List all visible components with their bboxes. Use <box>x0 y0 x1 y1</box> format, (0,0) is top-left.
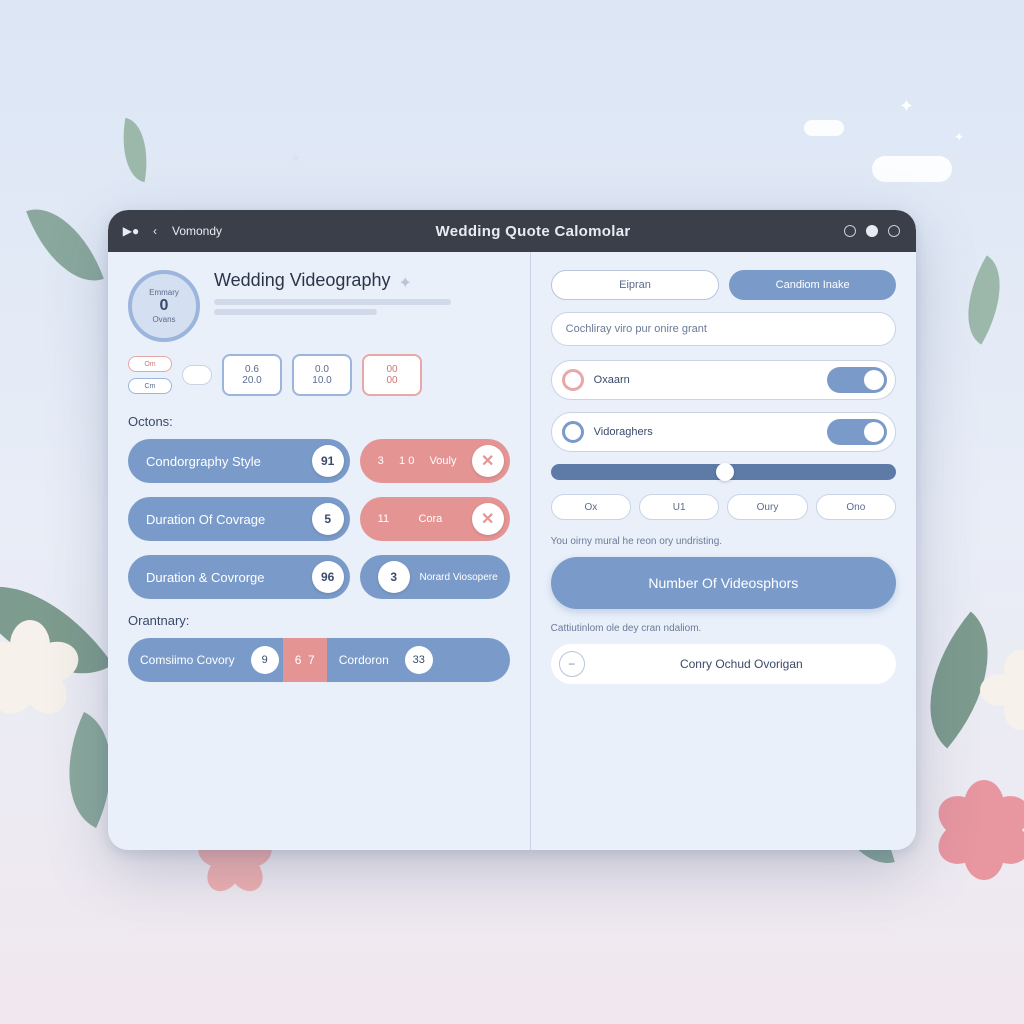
filter-chip[interactable]: Eipran <box>551 270 720 300</box>
option-duration[interactable]: Duration Of Covrage 5 <box>128 497 350 541</box>
toggle-label: Oxaarn <box>594 374 817 386</box>
quick-chip[interactable]: Ox <box>551 494 631 520</box>
radio-icon[interactable] <box>562 369 584 391</box>
toggle-switch[interactable] <box>827 419 887 445</box>
window-control-max[interactable] <box>866 225 878 237</box>
back-icon[interactable]: ‹ <box>148 224 162 238</box>
quick-chip[interactable]: U1 <box>639 494 719 520</box>
section-label-options: Octons: <box>128 414 510 429</box>
slider[interactable] <box>551 464 896 480</box>
section-label-secondary: Orantnary: <box>128 613 510 628</box>
badge-top-label: Emmary <box>149 288 179 297</box>
slider-thumb[interactable] <box>716 463 734 481</box>
date-box[interactable]: 0.010.0 <box>292 354 352 396</box>
date-box[interactable]: 0.620.0 <box>222 354 282 396</box>
toggle-row: Oxaarn <box>551 360 896 400</box>
option-label: Duration Of Covrage <box>146 512 265 527</box>
window-control-min[interactable] <box>844 225 856 237</box>
search-placeholder: Cochliray viro pur onire grant <box>566 323 707 335</box>
subtitle-placeholder <box>214 299 451 305</box>
page-title: Wedding Videography <box>214 270 390 291</box>
option-label: Condorgraphy Style <box>146 454 261 469</box>
option-side[interactable]: 3 Norard Viosopere <box>360 555 510 599</box>
date-spacer <box>182 365 212 385</box>
option-value: 96 <box>312 561 344 593</box>
radio-icon[interactable] <box>562 421 584 443</box>
left-pane: Emmary 0 Ovans Wedding Videography ✦ Om … <box>108 252 530 850</box>
filter-chip-active[interactable]: Candiom Inake <box>729 270 896 300</box>
remove-icon[interactable]: ✕ <box>472 503 504 535</box>
help-text: Cattiutinlom ole dey cran ndaliom. <box>551 623 896 634</box>
summary-pill[interactable]: Comsiimo Covory 9 6 7 Cordoron 33 <box>128 638 510 682</box>
primary-button[interactable]: Number Of Videosphors <box>551 557 896 609</box>
remove-icon[interactable]: ✕ <box>472 445 504 477</box>
summary-badge: Emmary 0 Ovans <box>128 270 200 342</box>
quick-chip[interactable]: Ono <box>816 494 896 520</box>
button-label: Number Of Videosphors <box>648 575 798 591</box>
option-side[interactable]: 11 Cora ✕ <box>360 497 510 541</box>
option-coverage[interactable]: Duration & Covrorge 96 <box>128 555 350 599</box>
quick-chip[interactable]: Oury <box>727 494 807 520</box>
window-title: Wedding Quote Calomolar <box>222 223 844 240</box>
date-box-highlighted[interactable]: 0000 <box>362 354 422 396</box>
mini-tag[interactable]: Om <box>128 356 172 372</box>
search-input[interactable]: Cochliray viro pur onire grant <box>551 312 896 346</box>
play-icon[interactable]: ▶● <box>124 224 138 238</box>
badge-value: 0 <box>160 297 169 315</box>
secondary-button[interactable]: − Conry Ochud Ovorigan <box>551 644 896 684</box>
window-control-close[interactable] <box>888 225 900 237</box>
option-style[interactable]: Condorgraphy Style 91 <box>128 439 350 483</box>
help-text: You oirny mural he reon ory undristing. <box>551 536 896 547</box>
right-pane: Eipran Candiom Inake Cochliray viro pur … <box>530 252 916 850</box>
minus-icon[interactable]: − <box>559 651 585 677</box>
app-window: ▶● ‹ Vomondy Wedding Quote Calomolar Emm… <box>108 210 916 850</box>
titlebar: ▶● ‹ Vomondy Wedding Quote Calomolar <box>108 210 916 252</box>
option-label: Duration & Covrorge <box>146 570 265 585</box>
button-label: Conry Ochud Ovorigan <box>595 657 888 671</box>
subtitle-placeholder <box>214 309 377 315</box>
option-side[interactable]: 3 1 0 Vouly ✕ <box>360 439 510 483</box>
toggle-switch[interactable] <box>827 367 887 393</box>
sparkle-icon: ✦ <box>398 273 411 293</box>
option-value: 91 <box>312 445 344 477</box>
option-value: 5 <box>312 503 344 535</box>
breadcrumb[interactable]: Vomondy <box>172 224 222 238</box>
mini-tag[interactable]: Cm <box>128 378 172 394</box>
badge-bottom-label: Ovans <box>152 315 175 324</box>
toggle-row: Vidoraghers <box>551 412 896 452</box>
toggle-label: Vidoraghers <box>594 426 817 438</box>
